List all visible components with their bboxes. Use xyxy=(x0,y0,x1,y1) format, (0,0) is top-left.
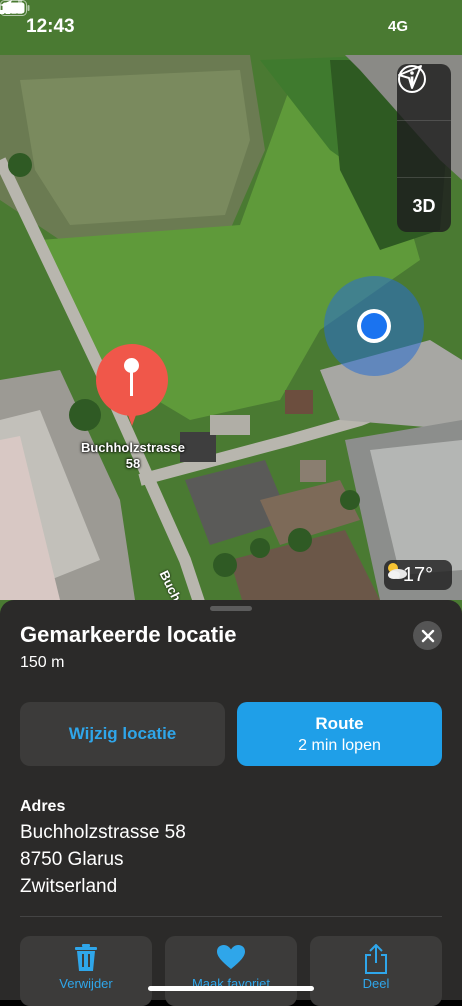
heart-icon xyxy=(217,945,245,969)
home-indicator[interactable] xyxy=(148,986,314,991)
pin-label: Buchholzstrasse 58 xyxy=(72,440,194,472)
address-country: Zwitserland xyxy=(20,876,118,897)
location-arrow-icon xyxy=(398,65,422,89)
close-button[interactable] xyxy=(413,621,442,650)
address-street: Buchholzstrasse 58 xyxy=(20,822,186,843)
edit-location-button[interactable]: Wijzig locatie xyxy=(20,702,225,766)
satellite-map[interactable]: 12:43 4G 3D Buchholzstrasse 58 Buch 17° xyxy=(0,0,462,620)
route-duration: 2 min lopen xyxy=(298,736,381,754)
place-title: Gemarkeerde locatie xyxy=(20,622,237,647)
trash-icon xyxy=(75,944,97,971)
status-time: 12:43 xyxy=(26,16,75,37)
address-heading: Adres xyxy=(20,798,66,815)
weather-badge[interactable]: 17° xyxy=(384,560,452,590)
favorite-button[interactable]: Maak favoriet xyxy=(165,936,297,1006)
status-bar: 12:43 4G xyxy=(0,0,462,56)
remove-label: Verwijder xyxy=(59,976,113,991)
close-icon xyxy=(421,629,434,642)
map-controls: 3D xyxy=(397,64,451,232)
pin-label-number: 58 xyxy=(125,456,141,471)
place-card-sheet: Gemarkeerde locatie 150 m Wijzig locatie… xyxy=(0,600,462,1006)
user-location-dot[interactable] xyxy=(361,313,387,339)
place-distance: 150 m xyxy=(20,654,65,671)
route-button[interactable]: Route 2 min lopen xyxy=(237,702,442,766)
network-type: 4G xyxy=(388,18,409,35)
battery-icon xyxy=(0,0,30,16)
share-label: Deel xyxy=(362,976,390,991)
route-label: Route xyxy=(315,713,364,733)
divider xyxy=(20,916,442,917)
sheet-grabber[interactable] xyxy=(210,606,252,611)
pin-label-street: Buchholzstrasse xyxy=(80,440,186,455)
address-city: 8750 Glarus xyxy=(20,849,124,870)
share-icon xyxy=(365,944,387,974)
3d-toggle-button[interactable]: 3D xyxy=(397,178,451,232)
share-button[interactable]: Deel xyxy=(310,936,442,1006)
track-location-button[interactable] xyxy=(397,65,451,178)
partly-cloudy-icon xyxy=(388,563,407,579)
edit-location-label: Wijzig locatie xyxy=(68,724,177,743)
pin-head xyxy=(124,358,139,373)
remove-button[interactable]: Verwijder xyxy=(20,936,152,1006)
